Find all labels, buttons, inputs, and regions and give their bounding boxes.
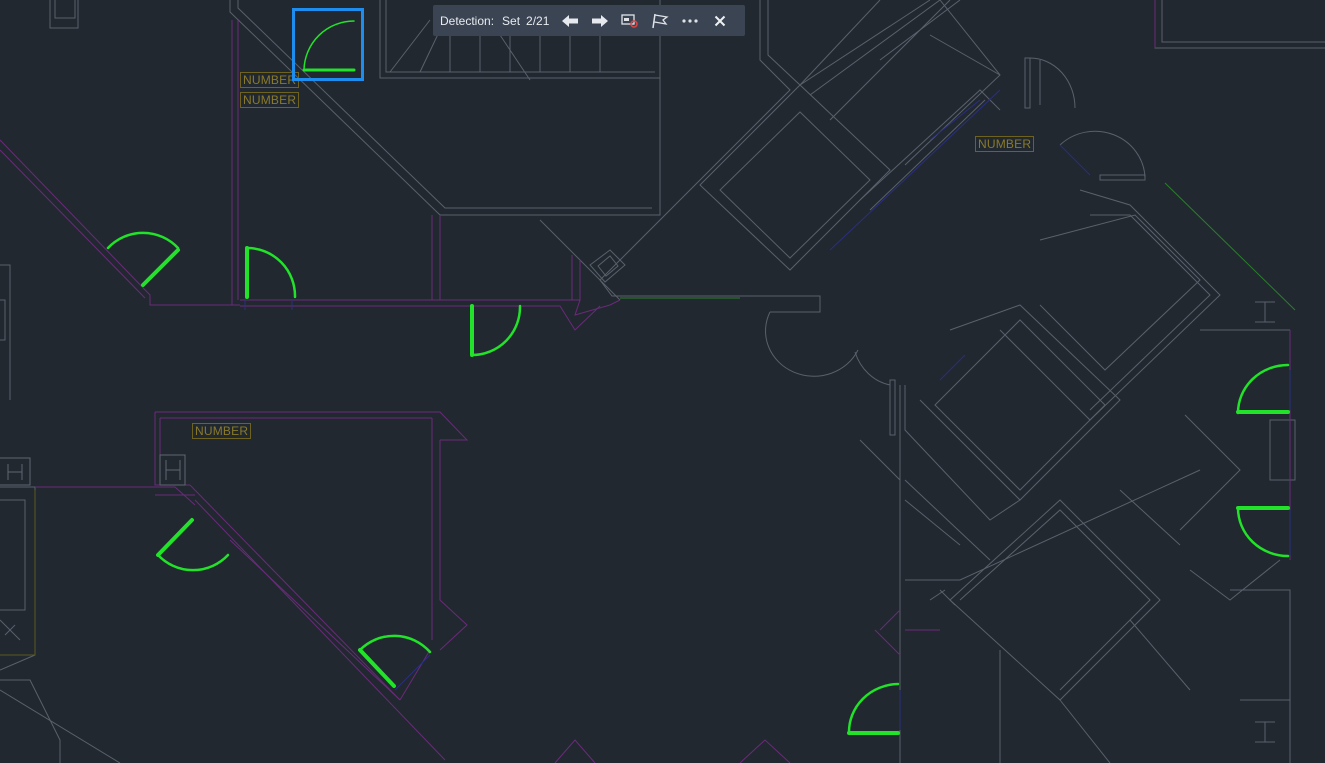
wall-lines	[0, 0, 1325, 763]
next-button[interactable]	[585, 8, 615, 34]
door-detection[interactable]	[106, 231, 180, 287]
olive-lines	[0, 490, 36, 656]
flag-button[interactable]	[645, 8, 675, 34]
zoom-to-selection-button[interactable]	[615, 8, 645, 34]
door-detection[interactable]	[156, 518, 230, 572]
door-detection[interactable]	[847, 682, 900, 735]
previous-button[interactable]	[555, 8, 585, 34]
door-detection[interactable]	[470, 304, 522, 357]
room-number-tag: NUMBER	[240, 72, 300, 88]
door-detection[interactable]	[245, 246, 297, 299]
arrow-left-icon	[562, 14, 579, 27]
close-button[interactable]	[705, 8, 735, 34]
door-detection[interactable]	[1236, 506, 1290, 558]
room-number-tag: NUMBER	[192, 423, 252, 439]
set-label: Set	[502, 13, 521, 28]
door-detection[interactable]	[358, 634, 432, 688]
partition-lines	[0, 0, 1291, 763]
more-options-button[interactable]	[675, 8, 705, 34]
drawing-canvas[interactable]	[0, 0, 1325, 763]
more-icon	[682, 18, 699, 23]
close-icon	[715, 15, 726, 26]
green-lines	[620, 182, 1296, 311]
room-number-tag: NUMBER	[240, 92, 300, 108]
detection-toolbar: Detection: Set 2/21	[433, 5, 745, 36]
detection-count: 2/21	[526, 13, 550, 28]
flag-icon	[652, 13, 670, 28]
zoom-selection-icon	[621, 13, 639, 28]
column-symbols	[0, 454, 186, 486]
window-lines	[244, 89, 1291, 730]
detected-doors	[106, 20, 1290, 735]
detection-label: Detection:	[440, 13, 495, 28]
door-detection[interactable]	[1236, 363, 1290, 415]
arrow-right-icon	[592, 14, 609, 27]
room-number-tag: NUMBER	[975, 136, 1035, 152]
selected-detection-box[interactable]	[292, 8, 364, 81]
